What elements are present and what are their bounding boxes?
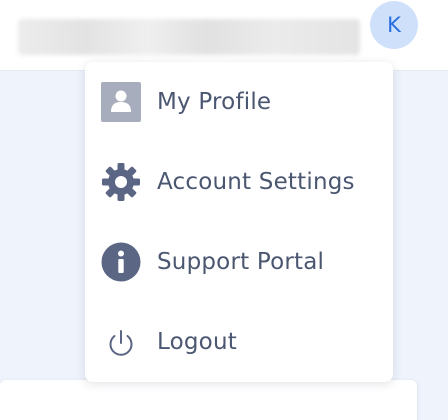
- menu-item-support-portal[interactable]: Support Portal: [85, 222, 393, 302]
- menu-item-label: Logout: [157, 329, 237, 355]
- menu-item-account-settings[interactable]: Account Settings: [85, 142, 393, 222]
- power-icon: [101, 322, 141, 362]
- top-bar: K: [0, 0, 448, 71]
- menu-item-label: Account Settings: [157, 169, 355, 195]
- menu-item-logout[interactable]: Logout: [85, 302, 393, 382]
- content-card: [0, 380, 417, 420]
- gear-icon: [101, 162, 141, 202]
- user-dropdown-menu: My Profile Account Settings Support Port…: [85, 62, 393, 382]
- user-avatar-button[interactable]: K: [370, 1, 418, 49]
- blurred-account-name: [18, 19, 360, 55]
- menu-item-label: My Profile: [157, 89, 272, 115]
- info-icon: [101, 242, 141, 282]
- avatar-initial: K: [387, 13, 401, 37]
- menu-item-my-profile[interactable]: My Profile: [85, 62, 393, 142]
- profile-icon: [101, 82, 141, 122]
- menu-item-label: Support Portal: [157, 249, 325, 275]
